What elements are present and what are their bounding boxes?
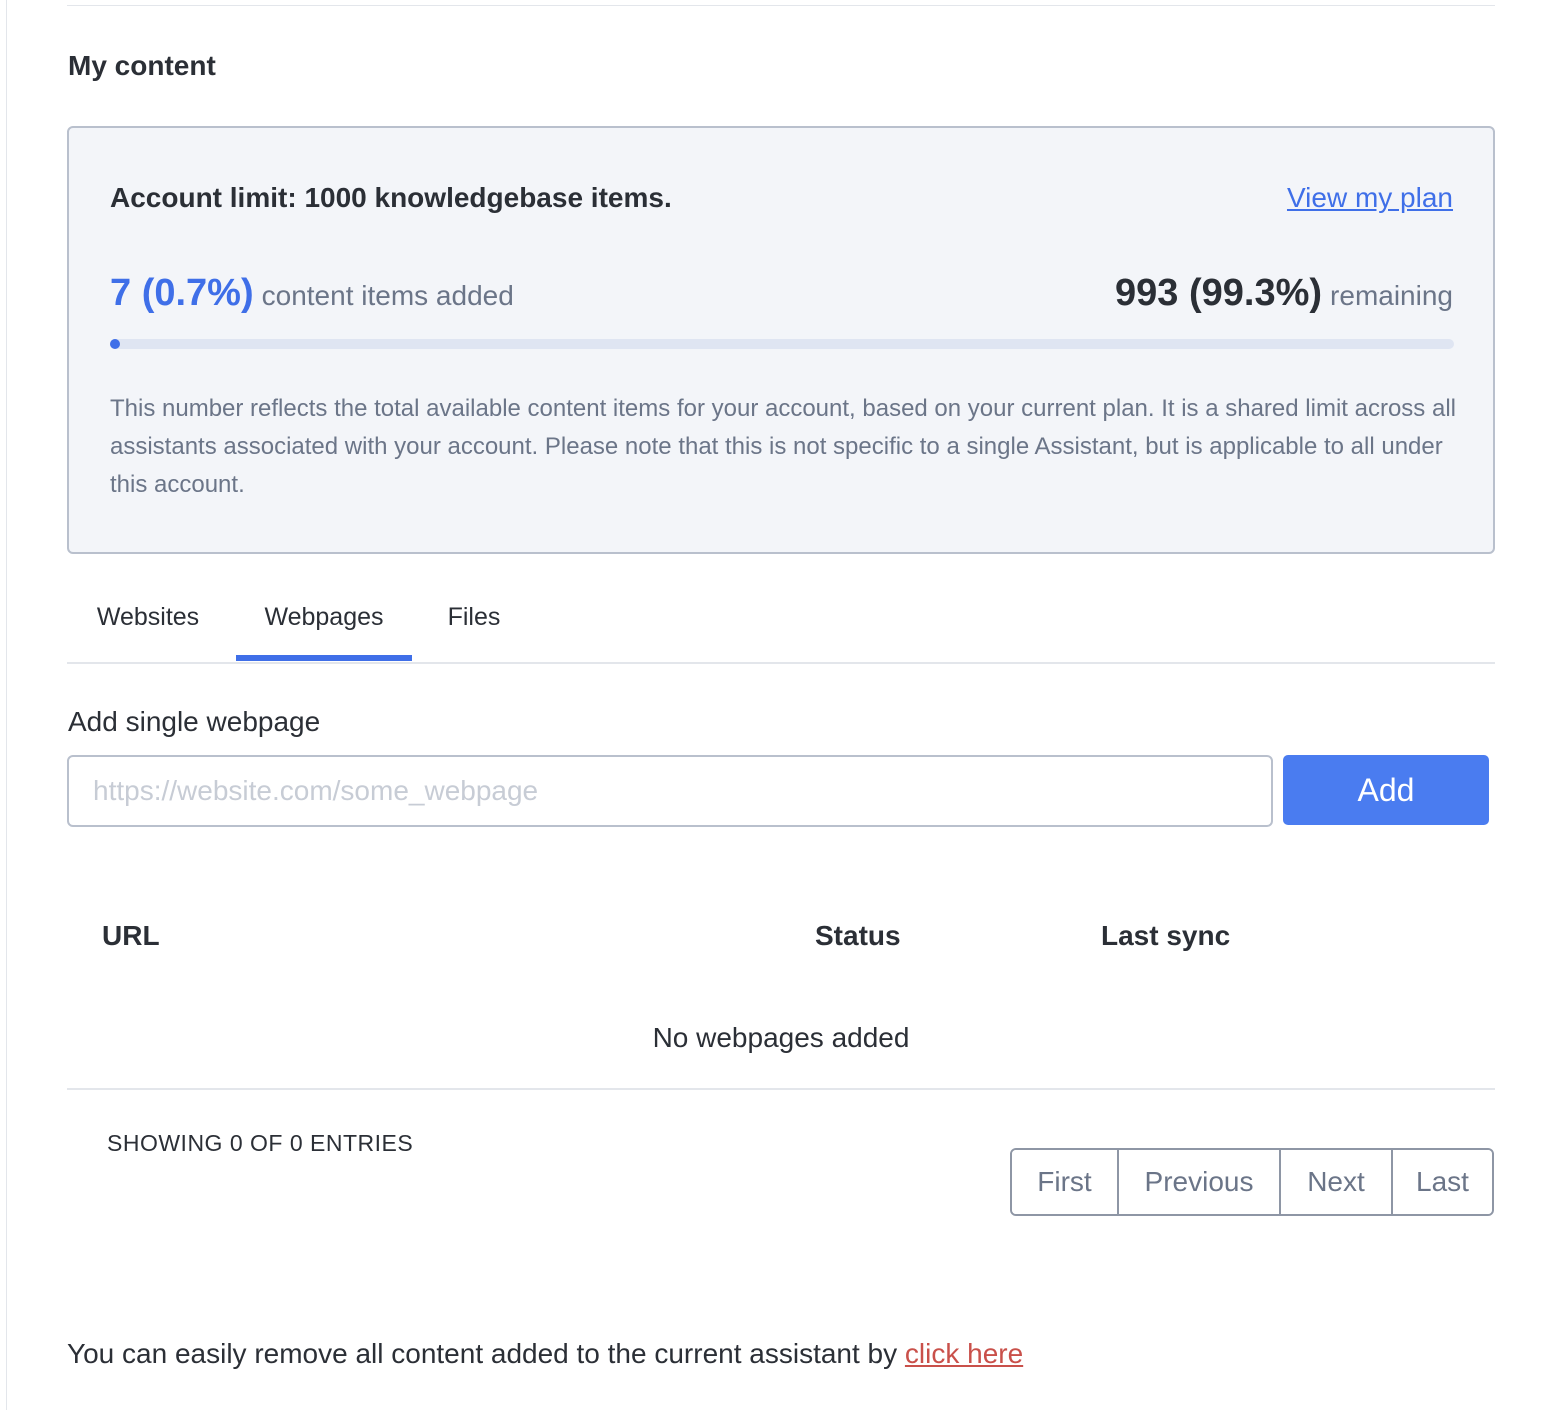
add-webpage-button[interactable]: Add [1283, 755, 1489, 825]
top-divider [67, 5, 1495, 6]
tab-webpages[interactable]: Webpages [236, 600, 412, 662]
tab-websites[interactable]: Websites [67, 600, 229, 662]
previous-page-button[interactable]: Previous [1117, 1150, 1279, 1214]
entries-summary: SHOWING 0 OF 0 ENTRIES [107, 1130, 414, 1156]
active-tab-indicator [236, 655, 412, 661]
usage-progress-fill [110, 339, 120, 349]
remove-content-text: You can easily remove all content added … [67, 1338, 898, 1369]
last-page-button[interactable]: Last [1391, 1150, 1492, 1214]
column-header-status[interactable]: Status [815, 920, 901, 952]
empty-table-message: No webpages added [652, 1022, 910, 1053]
items-added-value: 7 (0.7%) [110, 272, 254, 314]
section-title: My content [68, 50, 216, 81]
account-limit-card: Account limit: 1000 knowledgebase items.… [67, 126, 1495, 554]
table-divider [67, 1088, 1495, 1090]
account-limit-note: This number reflects the total available… [110, 395, 1456, 498]
pagination: First Previous Next Last [1010, 1148, 1494, 1216]
next-page-button[interactable]: Next [1279, 1150, 1391, 1214]
add-webpage-label: Add single webpage [68, 706, 321, 737]
column-header-last-sync[interactable]: Last sync [1101, 920, 1230, 952]
items-added-label: content items added [261, 280, 514, 311]
usage-progress-bar [110, 339, 1454, 349]
content-tabs: Websites Webpages Files [67, 600, 1495, 664]
page-left-border [6, 0, 7, 1410]
column-header-url[interactable]: URL [102, 920, 160, 952]
view-plan-link[interactable]: View my plan [1287, 182, 1453, 214]
tab-files[interactable]: Files [427, 600, 521, 662]
remove-content-note: You can easily remove all content added … [67, 1338, 1023, 1370]
items-added: 7 (0.7%) content items added [110, 272, 514, 315]
items-remaining-value: 993 (99.3%) [1115, 272, 1323, 314]
items-remaining: 993 (99.3%) remaining [1115, 272, 1453, 315]
items-remaining-label: remaining [1330, 280, 1453, 311]
first-page-button[interactable]: First [1012, 1150, 1117, 1214]
remove-content-link[interactable]: click here [905, 1338, 1023, 1369]
webpage-url-input[interactable] [67, 755, 1273, 827]
account-limit-title: Account limit: 1000 knowledgebase items. [110, 182, 672, 213]
